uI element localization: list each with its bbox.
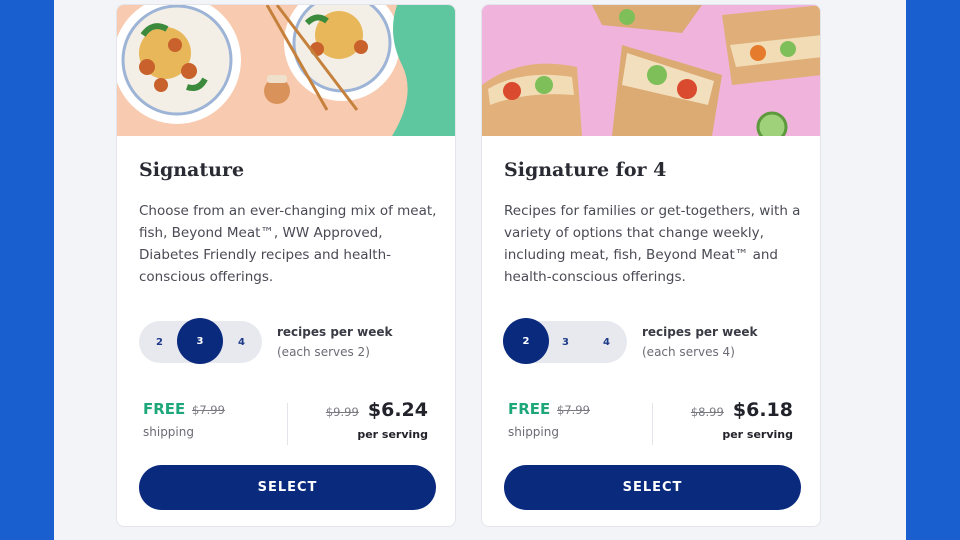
shipping-old-price: $7.99 (557, 403, 590, 417)
per-serving-label: per serving (722, 428, 793, 441)
plan-image-pasta (117, 5, 455, 136)
recipes-per-week-label: recipes per week (277, 325, 393, 339)
per-serving-label: per serving (357, 428, 428, 441)
recipes-option-4[interactable]: 4 (586, 321, 627, 363)
recipes-per-week-selector: 2 3 4 (139, 318, 262, 364)
plan-description: Recipes for families or get-togethers, w… (504, 203, 801, 285)
plan-title: Signature for 4 (504, 159, 667, 181)
old-price: $9.99 (325, 405, 359, 419)
plan-title: Signature (139, 159, 245, 181)
plan-card-signature: Signature Choose from an ever-changing m… (116, 4, 456, 527)
shipping-free-label: FREE (508, 400, 551, 418)
plan-card-signature-for-4: Signature for 4 Recipes for families or … (481, 4, 821, 527)
price-divider (652, 403, 653, 445)
price-block: $9.99 $6.24 (326, 399, 428, 421)
price-per-serving: $6.18 (732, 399, 793, 421)
price-divider (287, 403, 288, 445)
price-block: $8.99 $6.18 (691, 399, 793, 421)
shipping-free-label: FREE (143, 400, 186, 418)
select-button[interactable]: SELECT (139, 465, 436, 510)
shipping-label: shipping (508, 425, 559, 439)
shipping-label: shipping (143, 425, 194, 439)
plan-description: Choose from an ever-changing mix of meat… (139, 203, 437, 285)
serves-label: (each serves 2) (277, 345, 370, 359)
select-button[interactable]: SELECT (504, 465, 801, 510)
serves-label: (each serves 4) (642, 345, 735, 359)
plans-page: Signature Choose from an ever-changing m… (54, 0, 906, 540)
old-price: $8.99 (690, 405, 724, 419)
recipes-per-week-label: recipes per week (642, 325, 758, 339)
recipes-option-4[interactable]: 4 (221, 321, 262, 363)
recipes-option-3-selected[interactable]: 3 (177, 318, 223, 364)
price-per-serving: $6.24 (367, 399, 428, 421)
recipes-option-2[interactable]: 2 (139, 321, 180, 363)
recipes-option-2-selected[interactable]: 2 (503, 318, 549, 364)
recipes-option-3[interactable]: 3 (545, 321, 586, 363)
recipes-per-week-selector: 2 3 4 (503, 318, 627, 364)
shipping-old-price: $7.99 (192, 403, 225, 417)
plan-image-sandwiches (482, 5, 820, 136)
